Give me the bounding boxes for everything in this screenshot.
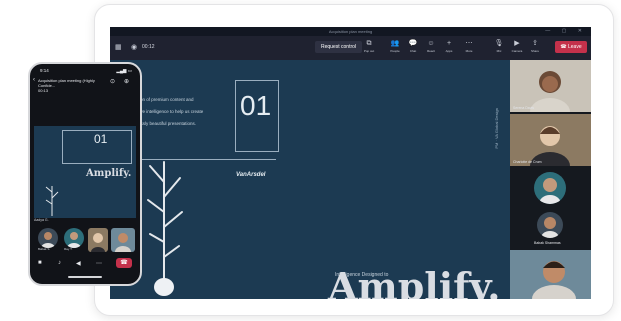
phone-time: 9:14 (40, 68, 49, 73)
video-feed (115, 233, 131, 252)
pop-out-icon: ⧉ (366, 40, 372, 47)
chat-icon: 💬 (408, 40, 418, 47)
participant-panel: Serena Davis Charlotte de Crum Babak Sha… (510, 60, 591, 299)
share-button[interactable]: ⇪ Share (526, 39, 544, 53)
camera-label: Camera (511, 49, 523, 53)
participant-name: Serena Davis (513, 106, 535, 110)
phone-slide-lower (34, 182, 136, 218)
apps-label: Apps (445, 49, 453, 53)
phone-gallery-label: Aadya G. (34, 218, 49, 222)
participant-name: Babak Shammas (534, 241, 561, 245)
video-feed (510, 250, 591, 299)
mic-button[interactable]: 🎙 Mic (490, 39, 508, 53)
coral-vase-illustration (45, 186, 59, 216)
meeting-toolbar: ▦ ◉ 00:12 Request control ⧉ Pop out 👥 Pe… (110, 36, 591, 60)
more-button[interactable]: ⋯ More (460, 39, 478, 53)
home-indicator (68, 276, 102, 278)
phone-avatar[interactable] (38, 228, 58, 248)
camera-button[interactable]: ▶ Camera (508, 39, 526, 53)
video-feed (91, 233, 105, 252)
more-icon[interactable]: ⋯ (96, 260, 102, 267)
phone-meeting-title: Acquisition plan meeting (Highly Confide… (38, 78, 108, 93)
video-feed (510, 114, 591, 166)
mic-icon[interactable]: ♪ (58, 260, 61, 266)
window-controls[interactable]: — ▢ ✕ (545, 28, 587, 34)
participant-name: Charlotte de Crum (513, 160, 542, 164)
mic-icon: 🎙 (494, 40, 504, 47)
slide-body-line: ...ctive intelligence to help us create (132, 109, 204, 114)
signal-battery-icon: ▂▄▆ ▭ (116, 68, 132, 73)
phone-icon: ☎ (560, 44, 567, 50)
leave-label: Leave (568, 44, 582, 50)
camera-icon[interactable]: ■ (38, 260, 42, 266)
window-title: Acquisition plan meeting (328, 29, 373, 34)
slide-brand-logo: VanArsdel (236, 172, 266, 178)
mobile-device: 9:14 ▂▄▆ ▭ ‹ Acquisition plan meeting (H… (28, 62, 142, 286)
slide-headline: Amplify. (328, 264, 501, 300)
people-icon: 👥 (390, 40, 400, 47)
participant-avatar[interactable] (534, 172, 566, 204)
more-icon: ⋯ (465, 40, 473, 47)
slide-body: ...ision of premium content and ...ctive… (132, 94, 252, 130)
end-call-button[interactable]: ☎ (116, 258, 132, 268)
phone-video-tile[interactable] (88, 228, 108, 252)
share-icon: ⇪ (532, 40, 538, 47)
back-icon[interactable]: ‹ (33, 77, 35, 83)
shield-icon: ◉ (131, 44, 138, 51)
mic-label: Mic (496, 49, 502, 53)
participant-tile[interactable]: Charlotte de Crum (510, 114, 591, 166)
people-button[interactable]: 👥 People (386, 39, 404, 53)
phone-slide-number: 01 (94, 132, 108, 146)
pop-out-button[interactable]: ⧉ Pop out (360, 39, 378, 53)
meeting-timer: 00:12 (142, 44, 155, 50)
react-label: React (427, 49, 435, 53)
phone-video-tile[interactable] (111, 228, 135, 252)
react-icon: ☺ (427, 40, 435, 47)
slide-number: 01 (240, 90, 272, 121)
title-bar: Acquisition plan meeting — ▢ ✕ (110, 27, 591, 36)
phone-avatar-name: Babak S. (38, 247, 51, 251)
participant-avatar[interactable] (537, 212, 563, 238)
leave-button[interactable]: ☎ Leave (555, 41, 587, 53)
phone-avatar-name: Ray T. (64, 247, 73, 251)
grid-icon[interactable]: ▦ (115, 43, 122, 51)
slide-side-label: PM · VA Global Design (494, 108, 499, 149)
avatar-image (64, 228, 84, 248)
more-label: More (465, 49, 473, 53)
phone-icon: ☎ (120, 260, 128, 266)
video-feed (510, 60, 591, 112)
chat-label: Chat (409, 49, 417, 53)
camera-icon: ▶ (514, 40, 520, 47)
slide-body-line: ...ision of premium content and (132, 97, 194, 102)
people-icon[interactable]: ⊕ (124, 78, 129, 85)
slide-body-line: ...tlessly beautiful presentations. (132, 121, 197, 126)
apps-button[interactable]: + Apps (440, 39, 458, 53)
teams-desktop-window: Acquisition plan meeting — ▢ ✕ ▦ ◉ 00:12… (110, 27, 591, 299)
phone-slide-headline: Amplify. (86, 168, 132, 179)
participant-tile[interactable]: Serena Davis (510, 60, 591, 112)
call-info-icon[interactable]: ⊙ (110, 78, 115, 85)
phone-meeting-name: Acquisition plan meeting (Highly Confide… (38, 78, 95, 88)
react-button[interactable]: ☺ React (422, 39, 440, 53)
share-label: Share (530, 49, 539, 53)
phone-avatar[interactable] (64, 228, 84, 248)
phone-meeting-timer: 00:13 (38, 88, 49, 93)
chat-button[interactable]: 💬 Chat (404, 39, 422, 53)
avatar-image (534, 172, 566, 204)
speaker-icon[interactable]: ◀ (76, 260, 81, 267)
pop-out-label: Pop out (363, 49, 375, 53)
request-control-button[interactable]: Request control (315, 41, 363, 53)
shared-slide: ...ision of premium content and ...ctive… (110, 60, 510, 299)
avatar-image (38, 228, 58, 248)
plus-icon: + (446, 40, 452, 47)
people-label: People (390, 49, 400, 53)
avatar-image (537, 212, 563, 238)
participant-tile[interactable] (510, 250, 591, 299)
